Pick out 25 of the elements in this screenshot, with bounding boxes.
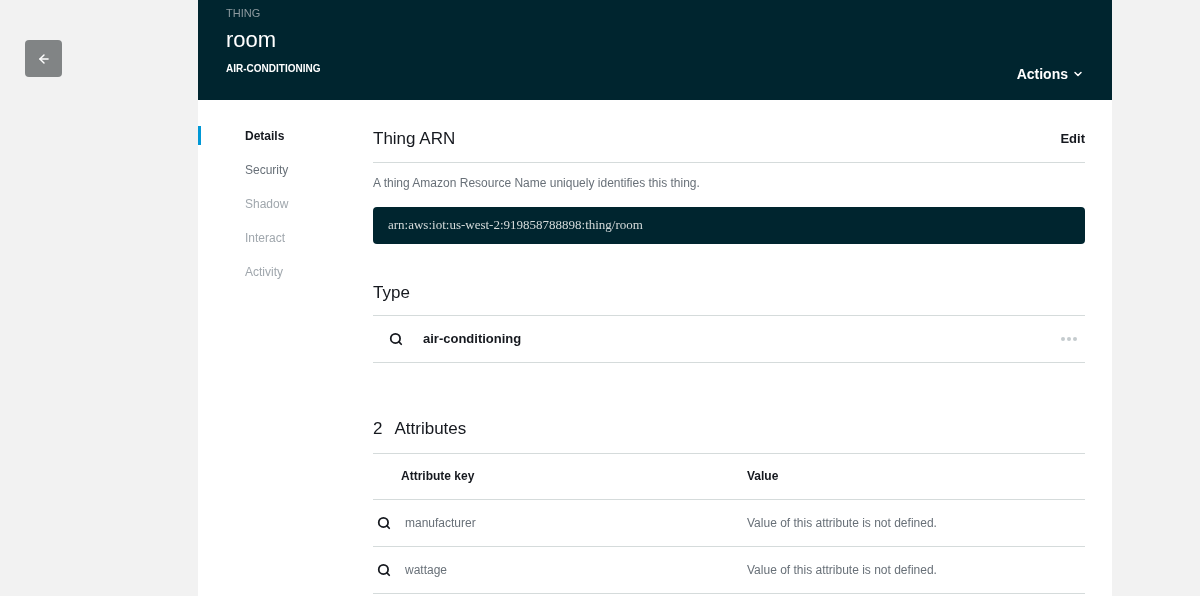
attribute-key: manufacturer bbox=[405, 513, 747, 532]
attribute-key: wattage bbox=[405, 560, 747, 579]
attribute-count: 2 bbox=[373, 418, 383, 440]
column-header: Value bbox=[747, 468, 779, 485]
nav-tab[interactable]: Security bbox=[198, 160, 373, 179]
attribute-value: Value of this attribute is not defined. bbox=[747, 561, 937, 579]
thing-title: room bbox=[226, 25, 278, 53]
search-icon bbox=[377, 515, 391, 530]
type-name: air-conditioning bbox=[423, 330, 522, 349]
more-options-icon[interactable] bbox=[1061, 337, 1077, 341]
arn-description: A thing Amazon Resource Name uniquely identifies this thing. bbox=[373, 174, 701, 192]
search-icon bbox=[377, 562, 391, 577]
attribute-value: Value of this attribute is not defined. bbox=[747, 514, 937, 532]
column-header: Attribute key bbox=[401, 468, 476, 485]
section-heading: Attributes bbox=[394, 418, 467, 440]
thing-type-label: AIR-CONDITIONING bbox=[226, 62, 321, 76]
arn-value: arn:aws:iot:us-west-2:919858788898:thing/room bbox=[373, 206, 1085, 244]
section-heading: Thing ARN bbox=[373, 128, 456, 150]
header-eyebrow: THING bbox=[226, 6, 262, 21]
actions-button[interactable]: Actions bbox=[1016, 64, 1084, 84]
edit-button[interactable]: Edit bbox=[1060, 129, 1085, 149]
search-icon bbox=[389, 332, 403, 346]
nav-tab[interactable]: Details bbox=[198, 126, 373, 145]
back-button[interactable] bbox=[25, 40, 62, 77]
section-heading: Type bbox=[373, 281, 411, 304]
